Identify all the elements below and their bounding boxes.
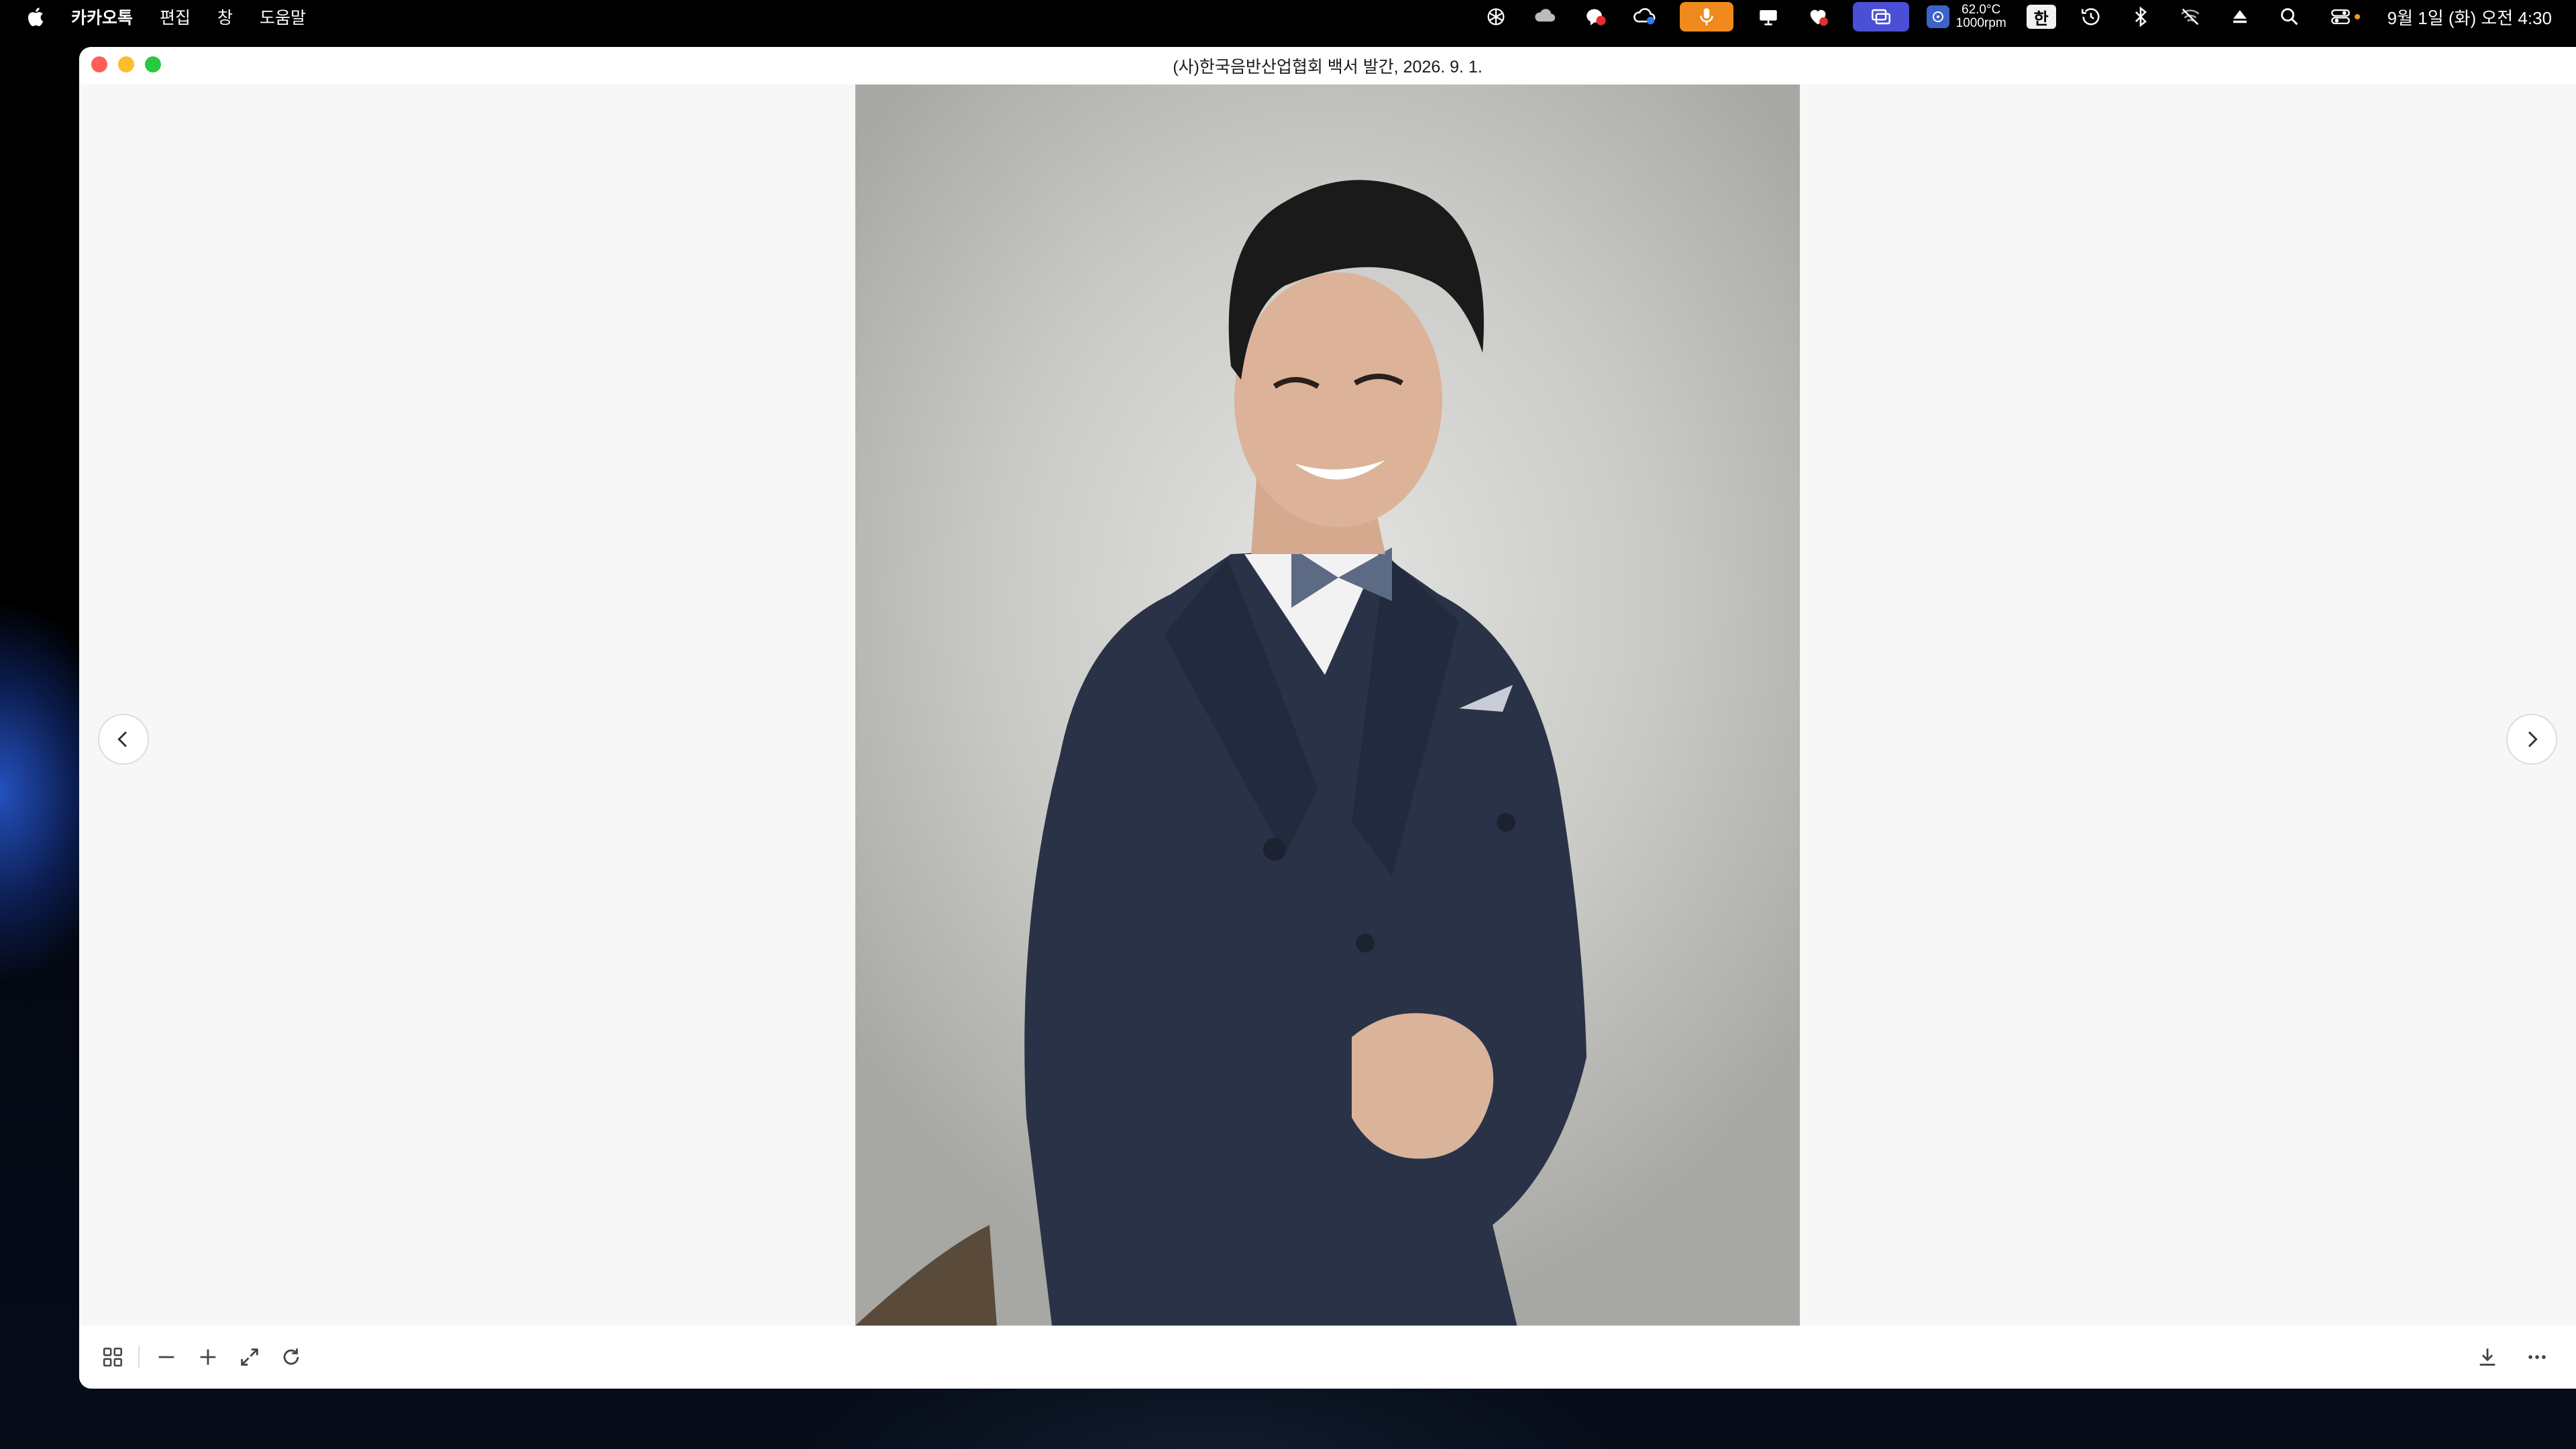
portrait-illustration: [855, 180, 1587, 1363]
fan-icon: [1926, 5, 1949, 28]
rotate-button[interactable]: [272, 1338, 310, 1376]
heart-badge-icon[interactable]: [1803, 2, 1833, 32]
time-machine-icon[interactable]: [2076, 2, 2106, 32]
control-center-icon[interactable]: [2324, 2, 2365, 32]
recording-dot: [2354, 14, 2360, 19]
image-viewer-window: (사)한국음반산업협회 백서 발간, 2026. 9. 1.: [79, 47, 2576, 1389]
cloud-shield-icon[interactable]: [1531, 2, 1560, 32]
previous-image-button[interactable]: [98, 714, 149, 765]
screen-mirroring-icon[interactable]: [1852, 2, 1909, 32]
cloud-sync-icon[interactable]: [1630, 2, 1660, 32]
close-button[interactable]: [91, 56, 107, 72]
wifi-off-icon[interactable]: [2176, 2, 2205, 32]
search-icon[interactable]: [2275, 2, 2304, 32]
apple-menu-icon[interactable]: [25, 5, 46, 28]
rotate-icon: [283, 1348, 299, 1365]
bluetooth-icon[interactable]: [2126, 2, 2155, 32]
display-icon[interactable]: [1754, 2, 1783, 32]
more-options-button[interactable]: [2518, 1338, 2556, 1376]
download-icon: [2479, 1348, 2496, 1366]
fan-speed-readout: 1000rpm: [1955, 16, 2006, 30]
next-image-button[interactable]: [2506, 714, 2557, 765]
temperature-readout: 62.0°C: [1962, 3, 2001, 17]
grid-icon: [103, 1347, 123, 1367]
grid-view-button[interactable]: [94, 1338, 131, 1376]
menu-bar: 카카오톡 편집 창 도움말 62.0°C 1000rpm 한 9월 1일 (화)…: [0, 0, 2576, 34]
zoom-in-button[interactable]: [189, 1338, 227, 1376]
window-title: (사)한국음반산업협회 백서 발간, 2026. 9. 1.: [1173, 58, 1483, 76]
menu-clock[interactable]: 9월 1일 (화) 오전 4:30: [2387, 5, 2552, 30]
app-name-menu[interactable]: 카카오톡: [71, 5, 133, 29]
minimize-button[interactable]: [118, 56, 134, 72]
toolbar-divider: [138, 1346, 140, 1368]
openai-icon[interactable]: [1481, 2, 1511, 32]
chevron-right-icon: [2528, 731, 2538, 747]
image-canvas: [79, 85, 2576, 1363]
menu-window[interactable]: 창: [217, 5, 233, 29]
menu-edit[interactable]: 편집: [160, 5, 191, 29]
more-horizontal-icon: [2528, 1355, 2546, 1359]
viewer-toolbar: [79, 1326, 2576, 1389]
photo[interactable]: [855, 85, 1800, 1363]
maximize-button[interactable]: [145, 56, 161, 72]
microphone-icon[interactable]: [1679, 2, 1733, 32]
fit-screen-button[interactable]: [231, 1338, 268, 1376]
title-bar[interactable]: (사)한국음반산업협회 백서 발간, 2026. 9. 1.: [79, 47, 2576, 85]
download-button[interactable]: [2469, 1338, 2506, 1376]
input-method-indicator[interactable]: 한: [2026, 5, 2056, 29]
eject-icon[interactable]: [2225, 2, 2255, 32]
menu-help[interactable]: 도움말: [260, 5, 306, 29]
system-monitor[interactable]: 62.0°C 1000rpm: [1926, 3, 2006, 30]
chat-badge-icon[interactable]: [1580, 2, 1610, 32]
expand-icon: [241, 1348, 258, 1366]
minus-icon: [158, 1356, 174, 1358]
plus-icon: [200, 1349, 216, 1365]
chevron-left-icon: [117, 731, 127, 747]
zoom-out-button[interactable]: [148, 1338, 185, 1376]
